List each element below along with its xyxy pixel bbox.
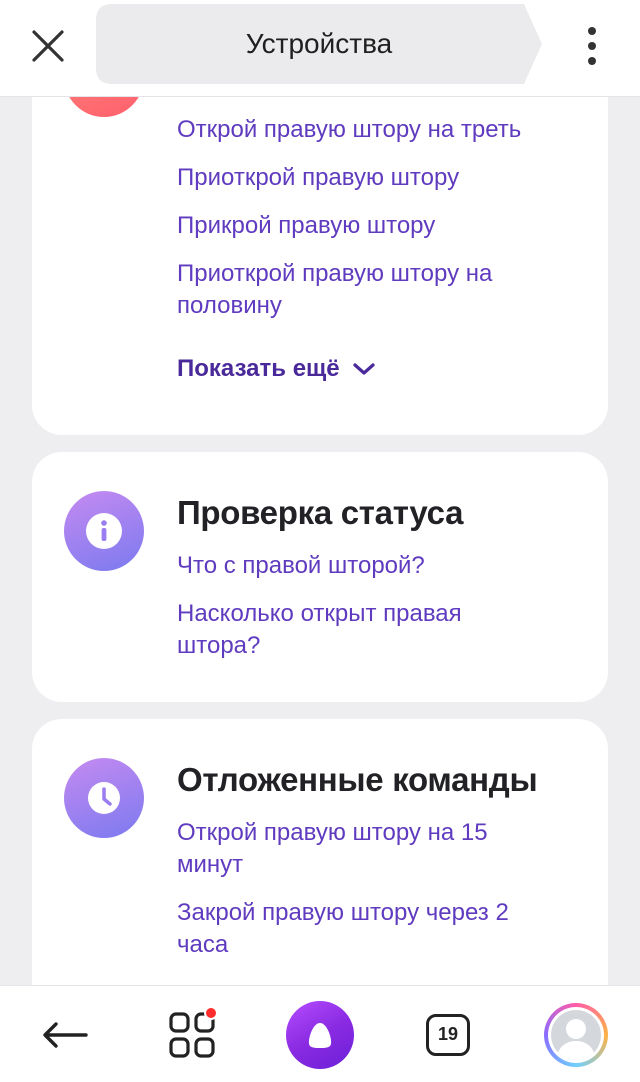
profile-button[interactable] <box>540 986 612 1082</box>
arrow-down-icon <box>64 97 144 117</box>
command-link[interactable]: Закрой правую штору через 2 часа <box>177 897 557 961</box>
more-options-button[interactable] <box>570 22 614 70</box>
command-link[interactable]: Приоткрой правую штору <box>177 162 577 194</box>
command-list: Открой правую штору на 15 минут Закрой п… <box>177 817 557 977</box>
back-button[interactable] <box>30 986 100 1082</box>
command-link[interactable]: Открой правую штору на 15 минут <box>177 817 557 881</box>
show-more-button[interactable]: Показать ещё <box>177 355 376 383</box>
calendar-day: 19 <box>437 1024 459 1044</box>
avatar <box>544 1002 608 1067</box>
calendar-button[interactable]: 19 <box>420 986 476 1082</box>
calendar-icon: 19 <box>426 1013 470 1056</box>
card-heading: Проверка статуса <box>177 494 464 531</box>
services-button[interactable] <box>160 986 224 1082</box>
notification-dot <box>204 1006 218 1020</box>
delayed-commands-card: Отложенные команды Открой правую штору н… <box>32 719 608 985</box>
top-bar: Устройства <box>0 0 640 97</box>
title-pill[interactable]: Устройства <box>96 4 542 84</box>
show-more-label: Показать ещё <box>177 355 340 382</box>
command-link[interactable]: Насколько открыт правая штора? <box>177 598 507 662</box>
card-heading: Отложенные команды <box>177 761 538 798</box>
back-arrow-icon <box>43 1021 88 1048</box>
command-link[interactable]: Что с правой шторой? <box>177 550 507 582</box>
page-title: Устройства <box>245 28 393 59</box>
bottom-navigation: 19 <box>0 985 640 1082</box>
status-check-card: Проверка статуса Что с правой шторой? На… <box>32 452 608 702</box>
info-icon <box>64 491 144 571</box>
command-link[interactable]: Приоткрой правую штору на половину <box>177 258 547 322</box>
alice-icon <box>286 1000 354 1069</box>
command-link[interactable]: Прикрой правую штору <box>177 210 577 242</box>
command-link[interactable]: Открой правую штору на треть <box>177 114 577 146</box>
clock-icon <box>64 758 144 838</box>
alice-button[interactable] <box>282 986 358 1082</box>
command-list: Что с правой шторой? Насколько открыт пр… <box>177 550 507 678</box>
close-icon <box>32 30 64 62</box>
close-button[interactable] <box>24 22 72 70</box>
chevron-down-icon <box>353 363 375 375</box>
scroll-content[interactable]: Открой правую штору на треть Приоткрой п… <box>0 97 640 985</box>
more-vertical-icon <box>588 27 596 65</box>
user-silhouette-icon <box>557 1018 595 1060</box>
command-card: Открой правую штору на треть Приоткрой п… <box>32 97 608 435</box>
command-list: Открой правую штору на треть Приоткрой п… <box>177 114 577 338</box>
